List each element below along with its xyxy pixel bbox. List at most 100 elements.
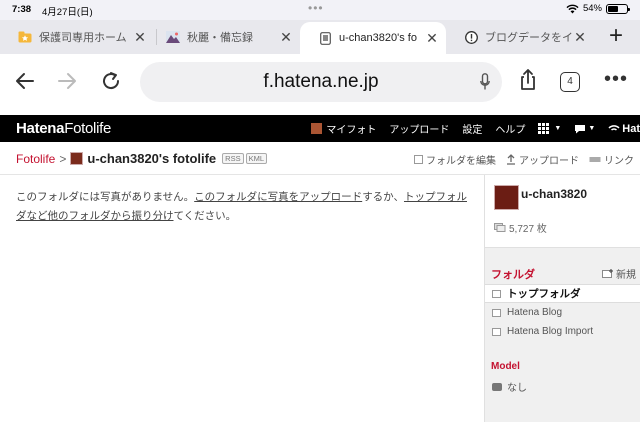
model-item-none[interactable]: なし <box>492 379 527 394</box>
new-folder-icon <box>602 269 613 278</box>
nav-help[interactable]: ヘルプ <box>495 121 525 136</box>
nav-my-photo-label: マイフォト <box>326 125 377 136</box>
status-time: 7:38 <box>12 4 32 15</box>
avatar <box>70 152 84 165</box>
tab-bar: 保護司専用ホーム ✕ 秋麗・備忘録 ✕ u-chan3820's fo ✕ ブロ… <box>0 20 640 54</box>
browser-toolbar: f.hatena.ne.jp <box>0 54 640 112</box>
microphone-icon[interactable] <box>480 73 490 91</box>
page-icon <box>318 31 332 45</box>
tab-hogoshi[interactable]: 保護司専用ホーム ✕ <box>0 22 154 52</box>
brand-label: Hat <box>622 122 640 135</box>
kml-badge[interactable]: KML <box>245 153 268 164</box>
edit-folders-link[interactable]: フォルダを編集 <box>414 152 496 167</box>
breadcrumb-fotolife-link[interactable]: Fotolife <box>16 152 55 166</box>
upload-icon <box>507 154 515 165</box>
empty-message-suffix: てください。 <box>173 210 237 222</box>
links-label: リンク <box>604 156 634 167</box>
folder-actions: フォルダを編集 アップロード リンク <box>404 152 634 167</box>
star-folder-icon <box>18 30 32 44</box>
folder-label: トップフォルダ <box>507 288 581 300</box>
breadcrumb-separator: > <box>59 151 67 166</box>
folder-item-top[interactable]: トップフォルダ <box>485 284 640 303</box>
forward-icon[interactable] <box>52 66 82 96</box>
wifi-icon <box>566 4 579 13</box>
folder-icon <box>492 327 501 336</box>
hatena-fotolife-logo[interactable]: HatenaFotolife <box>16 120 111 137</box>
exclamation-icon <box>464 30 478 44</box>
edit-folders-label: フォルダを編集 <box>426 156 496 167</box>
folder-edit-icon <box>414 155 423 164</box>
breadcrumb: Fotolife > u-chan3820's fotolife RSS KML… <box>0 142 640 175</box>
new-folder-button[interactable]: 新規 <box>602 266 636 281</box>
back-icon[interactable] <box>10 66 40 96</box>
tab-title: ブログデータをイ <box>485 32 572 44</box>
tab-count-button[interactable]: 4 <box>560 72 580 92</box>
share-icon[interactable] <box>516 68 540 92</box>
rss-badge[interactable]: RSS <box>222 153 244 164</box>
model-label: なし <box>507 383 527 394</box>
sidebar-profile: u-chan3820 5,727 枚 <box>485 175 640 247</box>
battery-icon <box>606 3 630 14</box>
tab-title: 保護司専用ホーム <box>39 32 127 44</box>
new-folder-label: 新規 <box>616 270 636 281</box>
close-icon[interactable]: ✕ <box>278 29 294 46</box>
photo-count: 5,727 枚 <box>494 220 547 235</box>
close-icon[interactable]: ✕ <box>424 30 440 47</box>
wifi-icon <box>608 124 620 131</box>
links-link[interactable]: リンク <box>589 152 634 167</box>
empty-message-mid: するか、 <box>362 191 404 203</box>
camera-icon <box>492 382 502 391</box>
tab-blog-data[interactable]: ブログデータをイ ✕ <box>446 22 594 52</box>
folder-heading: フォルダ <box>491 269 535 281</box>
folder-item-hatena-blog[interactable]: Hatena Blog <box>485 303 640 322</box>
battery-percent: 54% <box>582 3 602 14</box>
folder-label: Hatena Blog Import <box>507 326 594 337</box>
breadcrumb-trail: Fotolife > u-chan3820's fotolife RSS KML <box>16 151 268 166</box>
logo-light: Fotolife <box>64 120 112 137</box>
sidebar-username[interactable]: u-chan3820 <box>521 187 587 201</box>
status-date: 4月27日(日) <box>42 7 93 18</box>
upload-link[interactable]: アップロード <box>506 152 579 167</box>
nav-my-photo[interactable]: マイフォト <box>311 121 376 136</box>
sidebar-divider <box>485 247 640 248</box>
upload-to-folder-link[interactable]: このフォルダに写真をアップロード <box>194 191 362 203</box>
status-bar: 7:38 4月27日(日) ••• 54% <box>0 0 640 20</box>
link-icon <box>589 157 601 162</box>
battery-fill <box>608 5 618 12</box>
folder-icon <box>492 308 501 317</box>
tab-fotolife[interactable]: u-chan3820's fo ✕ <box>300 22 446 54</box>
empty-message-prefix: このフォルダには写真がありません。 <box>16 191 195 203</box>
avatar <box>311 123 323 134</box>
close-icon[interactable]: ✕ <box>572 29 588 46</box>
multitask-dots-icon[interactable]: ••• <box>308 1 324 15</box>
hatena-header: HatenaFotolife マイフォト アップロード 設定 ヘルプ ▼ ▼ H… <box>0 115 640 142</box>
reload-icon[interactable] <box>96 66 126 96</box>
mountain-icon <box>166 30 180 44</box>
folder-icon <box>492 289 501 298</box>
logo-bold: Hatena <box>16 120 65 137</box>
url-text: f.hatena.ne.jp <box>263 71 379 92</box>
photo-count-label: 5,727 枚 <box>509 224 547 235</box>
new-tab-icon[interactable]: + <box>598 23 634 51</box>
photos-icon <box>494 223 506 232</box>
model-heading: Model <box>491 361 520 372</box>
folder-label: Hatena Blog <box>507 307 563 318</box>
hatena-nav: マイフォト アップロード 設定 ヘルプ ▼ ▼ Hat <box>311 115 640 142</box>
folder-list: トップフォルダ Hatena Blog Hatena Blog Import <box>485 284 640 341</box>
upload-label: アップロード <box>519 156 579 167</box>
address-bar[interactable]: f.hatena.ne.jp <box>140 62 502 102</box>
close-icon[interactable]: ✕ <box>132 29 148 46</box>
tab-title: 秋麗・備忘録 <box>187 32 253 44</box>
hatena-brand-menu[interactable]: Hat <box>608 123 640 135</box>
nav-settings[interactable]: 設定 <box>462 121 482 136</box>
status-right: 54% <box>566 3 630 14</box>
nav-upload[interactable]: アップロード <box>389 121 449 136</box>
apps-grid-icon[interactable]: ▼ <box>538 123 561 134</box>
folder-item-hatena-blog-import[interactable]: Hatena Blog Import <box>485 322 640 341</box>
speech-bubble-icon[interactable]: ▼ <box>574 124 595 134</box>
page-title: u-chan3820's fotolife <box>87 151 217 166</box>
tab-shurei[interactable]: 秋麗・備忘録 ✕ <box>148 22 300 52</box>
more-options-icon[interactable]: ••• <box>604 68 628 91</box>
avatar[interactable] <box>494 185 519 210</box>
sidebar: u-chan3820 5,727 枚 フォルダ 新規 トップフォルダ Haten… <box>484 175 640 422</box>
